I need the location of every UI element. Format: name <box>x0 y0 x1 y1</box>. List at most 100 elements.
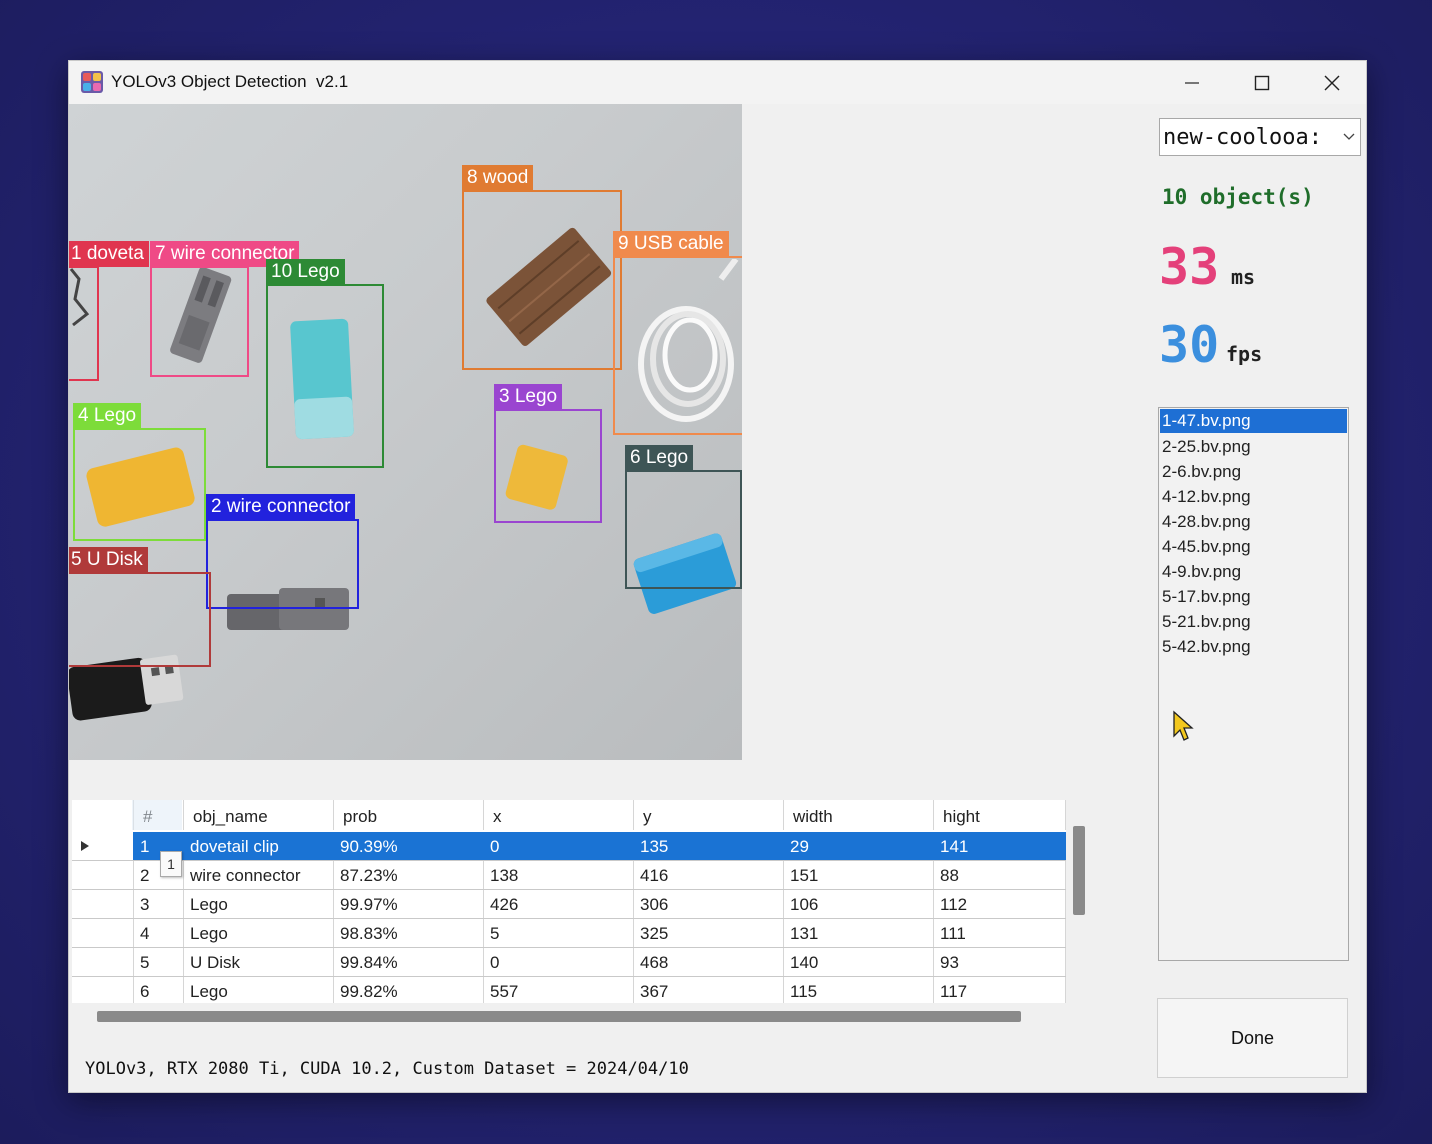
file-list-item[interactable]: 4-28.bv.png <box>1159 509 1348 534</box>
cell-y[interactable]: 325 <box>634 919 784 947</box>
app-icon <box>81 71 103 93</box>
cell-width[interactable]: 115 <box>784 977 934 1003</box>
detection-box-8[interactable]: 8 wood <box>462 165 622 370</box>
cell-prob[interactable]: 98.83% <box>334 919 484 947</box>
column-header[interactable]: y <box>634 800 784 830</box>
detection-label-10: 10 Lego <box>266 259 345 285</box>
cell-prob[interactable]: 99.82% <box>334 977 484 1003</box>
file-list-item[interactable]: 1-47.bv.png <box>1160 409 1347 433</box>
column-header[interactable]: x <box>484 800 634 830</box>
minimize-button[interactable] <box>1157 61 1227 104</box>
table-row[interactable]: 6 Lego 99.82% 557 367 115 117 <box>72 977 1066 1003</box>
cell-width[interactable]: 131 <box>784 919 934 947</box>
file-list[interactable]: 1-47.bv.png 2-25.bv.png 2-6.bv.png 4-12.… <box>1158 407 1349 961</box>
done-button[interactable]: Done <box>1157 998 1348 1078</box>
cell-width[interactable]: 151 <box>784 861 934 889</box>
status-bar: YOLOv3, RTX 2080 Ti, CUDA 10.2, Custom D… <box>85 1059 689 1079</box>
cell-obj-name[interactable]: Lego <box>184 919 334 947</box>
row-header[interactable] <box>72 832 134 860</box>
file-list-item[interactable]: 4-45.bv.png <box>1159 534 1348 559</box>
cell-obj-name[interactable]: dovetail clip <box>184 832 334 860</box>
file-list-item[interactable]: 5-42.bv.png <box>1159 634 1348 659</box>
column-header[interactable]: hight <box>934 800 1066 830</box>
cell-width[interactable]: 140 <box>784 948 934 976</box>
detection-box-3[interactable]: 3 Lego <box>494 384 602 523</box>
cell-x[interactable]: 5 <box>484 919 634 947</box>
cell-prob[interactable]: 87.23% <box>334 861 484 889</box>
cell-y[interactable]: 468 <box>634 948 784 976</box>
column-header[interactable]: prob <box>334 800 484 830</box>
cell-hight[interactable]: 141 <box>934 832 1066 860</box>
horizontal-scrollbar[interactable] <box>97 1011 1021 1022</box>
cell-obj-name[interactable]: Lego <box>184 977 334 1003</box>
model-select[interactable]: new-coolooa: <box>1159 118 1361 156</box>
detection-box-5[interactable]: 5 U Disk <box>69 547 211 667</box>
detections-table[interactable]: # obj_name prob x y width hight 1 doveta… <box>72 800 1066 1003</box>
cell-prob[interactable]: 99.84% <box>334 948 484 976</box>
table-row[interactable]: 1 dovetail clip 90.39% 0 135 29 141 <box>72 832 1066 861</box>
detection-box-4[interactable]: 4 Lego <box>73 403 206 541</box>
detection-image[interactable]: 1 doveta 7 wire connector 10 Lego 8 wood… <box>69 104 742 760</box>
vertical-scrollbar[interactable] <box>1073 826 1085 915</box>
cell-index[interactable]: 5 <box>134 948 184 976</box>
cell-x[interactable]: 426 <box>484 890 634 918</box>
cell-y[interactable]: 306 <box>634 890 784 918</box>
column-header[interactable]: obj_name <box>184 800 334 830</box>
cell-index[interactable]: 3 <box>134 890 184 918</box>
detection-box-9[interactable]: 9 USB cable <box>613 231 742 435</box>
row-header[interactable] <box>72 977 134 1003</box>
latency-value: 33 <box>1159 238 1220 296</box>
detection-box-1[interactable]: 1 doveta <box>69 241 149 381</box>
detection-label-6: 6 Lego <box>625 445 694 471</box>
table-row[interactable]: 5 U Disk 99.84% 0 468 140 93 <box>72 948 1066 977</box>
file-list-item[interactable]: 2-6.bv.png <box>1159 459 1348 484</box>
title-bar[interactable]: YOLOv3 Object Detection v2.1 <box>69 61 1366 104</box>
cell-index[interactable]: 4 <box>134 919 184 947</box>
cell-prob[interactable]: 99.97% <box>334 890 484 918</box>
file-list-item[interactable]: 5-17.bv.png <box>1159 584 1348 609</box>
cell-y[interactable]: 135 <box>634 832 784 860</box>
table-row[interactable]: 4 Lego 98.83% 5 325 131 111 <box>72 919 1066 948</box>
detection-box-10[interactable]: 10 Lego <box>266 259 384 468</box>
file-list-item[interactable]: 4-9.bv.png <box>1159 559 1348 584</box>
cell-hight[interactable]: 111 <box>934 919 1066 947</box>
cell-x[interactable]: 0 <box>484 948 634 976</box>
cell-y[interactable]: 367 <box>634 977 784 1003</box>
cell-hight[interactable]: 117 <box>934 977 1066 1003</box>
column-header[interactable]: width <box>784 800 934 830</box>
cell-obj-name[interactable]: U Disk <box>184 948 334 976</box>
close-button[interactable] <box>1297 61 1367 104</box>
cell-y[interactable]: 416 <box>634 861 784 889</box>
latency-unit: ms <box>1231 265 1256 289</box>
chevron-down-icon[interactable] <box>1338 119 1360 155</box>
cell-hight[interactable]: 112 <box>934 890 1066 918</box>
cell-hight[interactable]: 88 <box>934 861 1066 889</box>
detection-label-5: 5 U Disk <box>69 547 148 573</box>
row-header[interactable] <box>72 919 134 947</box>
detection-box-2[interactable]: 2 wire connector <box>206 494 359 609</box>
file-list-item[interactable]: 5-21.bv.png <box>1159 609 1348 634</box>
cell-prob[interactable]: 90.39% <box>334 832 484 860</box>
window-title: YOLOv3 Object Detection v2.1 <box>111 72 349 91</box>
cell-index[interactable]: 6 <box>134 977 184 1003</box>
table-row[interactable]: 3 Lego 99.97% 426 306 106 112 <box>72 890 1066 919</box>
cell-obj-name[interactable]: wire connector <box>184 861 334 889</box>
detection-box-6[interactable]: 6 Lego <box>625 445 742 589</box>
cell-x[interactable]: 138 <box>484 861 634 889</box>
cell-hight[interactable]: 93 <box>934 948 1066 976</box>
cell-obj-name[interactable]: Lego <box>184 890 334 918</box>
row-header[interactable] <box>72 861 134 889</box>
table-row[interactable]: 2 wire connector 87.23% 138 416 151 88 <box>72 861 1066 890</box>
cell-width[interactable]: 29 <box>784 832 934 860</box>
file-list-item[interactable]: 4-12.bv.png <box>1159 484 1348 509</box>
detection-box-7[interactable]: 7 wire connector <box>150 241 300 377</box>
row-header[interactable] <box>72 890 134 918</box>
row-header[interactable] <box>72 948 134 976</box>
file-list-item[interactable]: 2-25.bv.png <box>1159 434 1348 459</box>
maximize-button[interactable] <box>1227 61 1297 104</box>
close-icon <box>1324 75 1340 90</box>
cell-x[interactable]: 0 <box>484 832 634 860</box>
cell-x[interactable]: 557 <box>484 977 634 1003</box>
fps-value: 30 <box>1159 316 1220 374</box>
cell-width[interactable]: 106 <box>784 890 934 918</box>
